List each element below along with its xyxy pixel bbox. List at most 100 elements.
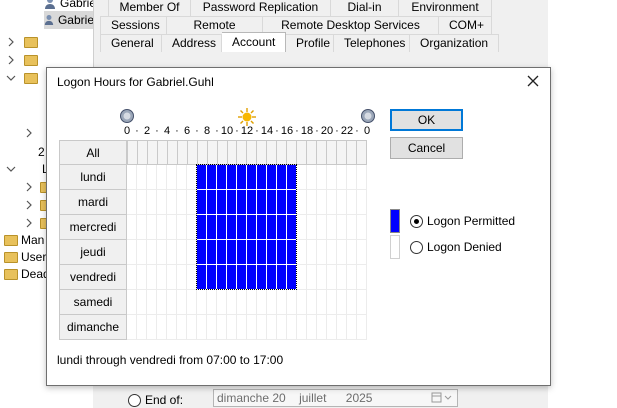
hour-cell-permitted[interactable] (257, 240, 267, 265)
hour-cell-denied[interactable] (327, 215, 337, 240)
hour-cell-denied[interactable] (187, 265, 197, 290)
hour-cell-permitted[interactable] (217, 240, 227, 265)
hour-cell-permitted[interactable] (257, 165, 267, 190)
hour-cell-denied[interactable] (137, 165, 147, 190)
hour-cell-denied[interactable] (177, 315, 187, 340)
hour-cell-permitted[interactable] (277, 240, 287, 265)
chevron-right-icon[interactable] (24, 128, 34, 138)
hour-cell-permitted[interactable] (287, 265, 297, 290)
hour-cell-denied[interactable] (157, 290, 167, 315)
hour-cell-denied[interactable] (277, 315, 287, 340)
tab-telephones[interactable]: Telephones (334, 34, 410, 52)
hour-cell-denied[interactable] (317, 215, 327, 240)
hour-cell-permitted[interactable] (267, 265, 277, 290)
select-all-button[interactable]: All (59, 140, 127, 165)
hour-column-button[interactable] (137, 140, 148, 165)
hour-cell-denied[interactable] (347, 240, 357, 265)
tree-item[interactable]: User (4, 248, 46, 266)
hour-column-button[interactable] (277, 140, 288, 165)
hour-cell-denied[interactable] (177, 240, 187, 265)
hour-cell-denied[interactable] (287, 290, 297, 315)
hour-cell-denied[interactable] (127, 265, 137, 290)
hour-cell-denied[interactable] (297, 240, 307, 265)
day-button-mercredi[interactable]: mercredi (59, 215, 127, 240)
tree-user-item-selected[interactable]: Gabrie (44, 11, 94, 29)
hour-cell-permitted[interactable] (227, 165, 237, 190)
hour-cell-denied[interactable] (187, 190, 197, 215)
hour-cell-denied[interactable] (327, 165, 337, 190)
hour-column-button[interactable] (356, 140, 367, 165)
day-button-vendredi[interactable]: vendredi (59, 265, 127, 290)
tab-address[interactable]: Address (162, 34, 222, 52)
day-button-dimanche[interactable]: dimanche (59, 315, 127, 340)
hour-cell-denied[interactable] (297, 165, 307, 190)
hour-cell-denied[interactable] (317, 315, 327, 340)
hour-cell-permitted[interactable] (197, 190, 207, 215)
hour-cell-denied[interactable] (307, 165, 317, 190)
hour-cell-denied[interactable] (127, 215, 137, 240)
hour-cell-denied[interactable] (157, 190, 167, 215)
hour-column-button[interactable] (207, 140, 218, 165)
hour-cell-denied[interactable] (327, 290, 337, 315)
hour-column-button[interactable] (147, 140, 158, 165)
hour-cell-denied[interactable] (337, 240, 347, 265)
hour-cell-denied[interactable] (327, 240, 337, 265)
hour-cell-denied[interactable] (307, 265, 317, 290)
tab-sessions[interactable]: Sessions (100, 16, 167, 34)
hour-cell-permitted[interactable] (267, 190, 277, 215)
hour-cell-permitted[interactable] (257, 215, 267, 240)
hour-cell-denied[interactable] (337, 290, 347, 315)
hour-cell-denied[interactable] (277, 290, 287, 315)
hour-cell-denied[interactable] (357, 265, 367, 290)
hour-cell-permitted[interactable] (227, 265, 237, 290)
hour-cell-denied[interactable] (197, 315, 207, 340)
day-button-samedi[interactable]: samedi (59, 290, 127, 315)
hour-cell-denied[interactable] (157, 165, 167, 190)
hour-cell-denied[interactable] (147, 165, 157, 190)
tree-item[interactable]: Man (4, 231, 44, 249)
chevron-right-icon[interactable] (6, 37, 16, 47)
tab-remote-desktop-services-profile[interactable]: Remote Desktop Services Profile (263, 16, 439, 49)
day-button-jeudi[interactable]: jeudi (59, 240, 127, 265)
hour-cell-permitted[interactable] (267, 215, 277, 240)
hour-cell-denied[interactable] (137, 215, 147, 240)
hour-cell-denied[interactable] (237, 290, 247, 315)
hour-cell-permitted[interactable] (287, 190, 297, 215)
hour-cell-denied[interactable] (267, 315, 277, 340)
hour-cell-denied[interactable] (207, 315, 217, 340)
hour-cell-denied[interactable] (347, 290, 357, 315)
hour-cell-permitted[interactable] (257, 265, 267, 290)
hour-cell-permitted[interactable] (217, 165, 227, 190)
hour-cell-denied[interactable] (127, 315, 137, 340)
hour-column-button[interactable] (297, 140, 308, 165)
hour-column-button[interactable] (177, 140, 188, 165)
hour-cell-permitted[interactable] (207, 215, 217, 240)
hour-column-button[interactable] (237, 140, 248, 165)
hour-cell-denied[interactable] (147, 215, 157, 240)
chevron-right-icon[interactable] (24, 218, 34, 228)
hour-column-button[interactable] (157, 140, 168, 165)
hour-cell-denied[interactable] (187, 165, 197, 190)
hour-cell-denied[interactable] (317, 265, 327, 290)
tree-folder-row[interactable] (24, 124, 34, 142)
hour-column-button[interactable] (287, 140, 298, 165)
chevron-right-icon[interactable] (24, 182, 34, 192)
hour-column-button[interactable] (267, 140, 278, 165)
logon-hours-grid[interactable] (127, 164, 367, 340)
hour-cell-permitted[interactable] (197, 165, 207, 190)
hour-cell-denied[interactable] (177, 190, 187, 215)
tree-folder-row[interactable]: L (6, 160, 49, 178)
hour-cell-denied[interactable] (337, 165, 347, 190)
close-button[interactable] (524, 72, 542, 90)
hour-cell-denied[interactable] (257, 290, 267, 315)
hour-cell-denied[interactable] (147, 240, 157, 265)
logon-denied-radio[interactable] (410, 241, 423, 254)
hour-cell-denied[interactable] (347, 190, 357, 215)
hour-column-button[interactable] (127, 140, 138, 165)
hour-cell-permitted[interactable] (227, 240, 237, 265)
hour-cell-denied[interactable] (347, 215, 357, 240)
hour-cell-denied[interactable] (327, 315, 337, 340)
hour-cell-denied[interactable] (357, 165, 367, 190)
hour-cell-denied[interactable] (167, 165, 177, 190)
hour-cell-permitted[interactable] (247, 240, 257, 265)
